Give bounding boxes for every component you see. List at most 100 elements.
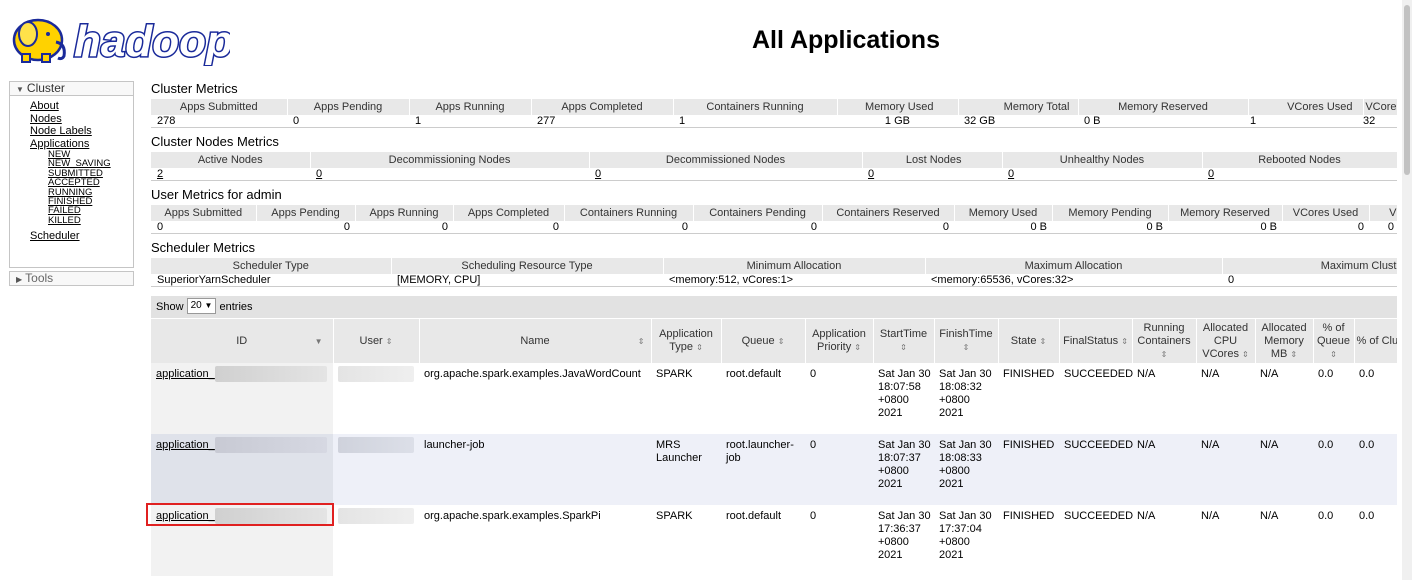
show-entries-bar: Show 20 ▼ entries [151,296,1397,318]
nav-link-node-labels[interactable]: Node Labels [30,125,133,138]
cell-state: FINISHED [998,434,1059,505]
cell-user [333,363,419,434]
cell-state: FINISHED [998,363,1059,434]
cell: 32 GB [958,115,1078,128]
app-state-links: NEW NEW_SAVING SUBMITTED ACCEPTED RUNNIN… [30,150,133,226]
header-cell: Containers Running [673,99,838,115]
header-cell: Containers Reserved [822,205,955,221]
header-cell: Apps Completed [453,205,565,221]
cell-final-status: SUCCEEDED [1059,434,1133,505]
cell: 0 B [954,221,1052,234]
header-cell: VCore [1363,99,1398,115]
cell-start: Sat Jan 30 18:07:58 +0800 2021 [873,363,934,434]
cell-finish: Sat Jan 30 17:37:04 +0800 2021 [934,505,998,576]
cell-queue: root.default [721,505,805,576]
cell: 0 [862,168,1002,181]
cell-running: N/A [1132,505,1196,576]
header-cell: Memory Used [954,205,1053,221]
entries-select[interactable]: 20 ▼ [186,298,217,315]
header-cell: Minimum Allocation [663,258,926,274]
header-cell: Unhealthy Nodes [1002,152,1203,168]
column-header-application-type[interactable]: Application Type ⇕ [651,319,722,363]
header-cell: VCores Used [1282,205,1370,221]
column-header-finishtime[interactable]: FinishTime ⇕ [934,319,999,363]
column-header-id[interactable]: ID ▼ [151,319,334,363]
elephant-icon [12,18,66,63]
cell-state: FINISHED [998,505,1059,576]
header-cell: V [1369,205,1398,221]
header-label: Queue [741,334,775,347]
header-label: User [359,334,383,347]
entries-label: entries [219,301,253,313]
redacted-user [338,366,414,382]
active-nodes-link[interactable]: 2 [157,168,163,180]
redacted-user [338,437,414,453]
decommissioning-nodes-link[interactable]: 0 [316,168,322,180]
header-cell: Memory Used [837,99,959,115]
cell-pct-queue: 0.0 [1313,505,1354,576]
table-row: 2 0 0 0 0 0 [151,168,1397,181]
cell: 0 B [1168,221,1282,234]
cell-type: SPARK [651,505,721,576]
cell: 0 [589,168,862,181]
cell: 0 [822,221,954,234]
header-cell: Active Nodes [151,152,311,168]
sort-icon: ⇕ [900,343,907,352]
lost-nodes-link[interactable]: 0 [868,168,874,180]
unhealthy-nodes-link[interactable]: 0 [1008,168,1014,180]
table-row: 0 0 0 0 0 0 0 0 B 0 B 0 B 0 0 [151,221,1397,234]
cell-cpu: N/A [1196,363,1255,434]
cell-name: org.apache.spark.examples.JavaWordCount [419,363,651,434]
nav-link-about[interactable]: About [30,100,133,113]
cell: 1 [1248,115,1363,128]
cell-name: org.apache.spark.examples.SparkPi [419,505,651,576]
header-cell: Apps Running [355,205,454,221]
column-header-user[interactable]: User ⇕ [333,319,420,363]
vertical-scrollbar[interactable] [1402,0,1412,580]
column-header-application-priority[interactable]: Application Priority ⇕ [805,319,874,363]
column-header-finalstatus[interactable]: FinalStatus ⇕ [1059,319,1133,363]
column-header-state[interactable]: State ⇕ [998,319,1060,363]
decommissioned-nodes-link[interactable]: 0 [595,168,601,180]
header-cell: VCores Used [1248,99,1364,115]
applications-table: ID ▼ User ⇕ Name ⇕ Application Type ⇕ Queu… [151,319,1398,576]
application-id-link[interactable]: application_ [156,439,215,451]
column-header-pct-queue[interactable]: % of Queue ⇕ [1313,319,1355,363]
logo-text: hadoop [74,17,230,66]
cell-mem: N/A [1255,363,1313,434]
header-cell: Scheduler Type [151,258,392,274]
tools-header[interactable]: ▶ Tools [9,271,134,286]
cluster-header[interactable]: ▼ Cluster [9,81,134,96]
cell: 0 B [1052,221,1168,234]
cell-pct-queue: 0.0 [1313,363,1354,434]
header-cell: Apps Completed [531,99,674,115]
header-cell: Memory Total [958,99,1079,115]
sort-icon: ⇕ [1121,336,1128,346]
cell: 1 [409,115,531,128]
column-header-queue[interactable]: Queue ⇕ [721,319,806,363]
nav-link-nodes[interactable]: Nodes [30,113,133,126]
cell-cpu: N/A [1196,434,1255,505]
nav-link-scheduler[interactable]: Scheduler [30,230,133,243]
column-header-starttime[interactable]: StartTime ⇕ [873,319,935,363]
column-header-pct-cluster[interactable]: % of Cluster [1354,319,1398,363]
column-header-allocated-memory[interactable]: Allocated Memory MB ⇕ [1255,319,1314,363]
scrollbar-thumb[interactable] [1404,5,1410,175]
cell: [MEMORY, CPU] [391,274,663,287]
redacted-user [338,508,414,524]
nav-state-killed[interactable]: KILLED [48,215,133,225]
sort-icon: ⇕ [1160,349,1168,359]
table-header-row: Apps Submitted Apps Pending Apps Running… [151,205,1398,221]
application-id-link[interactable]: application_ [156,368,215,380]
rebooted-nodes-link[interactable]: 0 [1208,168,1214,180]
entries-select-value: 20 [190,300,202,312]
header-label: Allocated Memory MB [1261,321,1307,360]
column-header-allocated-cpu[interactable]: Allocated CPU VCores ⇕ [1196,319,1256,363]
column-header-running-containers[interactable]: Running Containers ⇕ [1132,319,1197,363]
cell: 0 [453,221,564,234]
nav-link-applications[interactable]: Applications [30,138,133,151]
sort-icon: ⇕ [1242,349,1249,359]
sort-icon: ⇕ [1330,349,1337,359]
chevron-right-icon: ▶ [16,275,23,284]
column-header-name[interactable]: Name ⇕ [419,319,652,363]
